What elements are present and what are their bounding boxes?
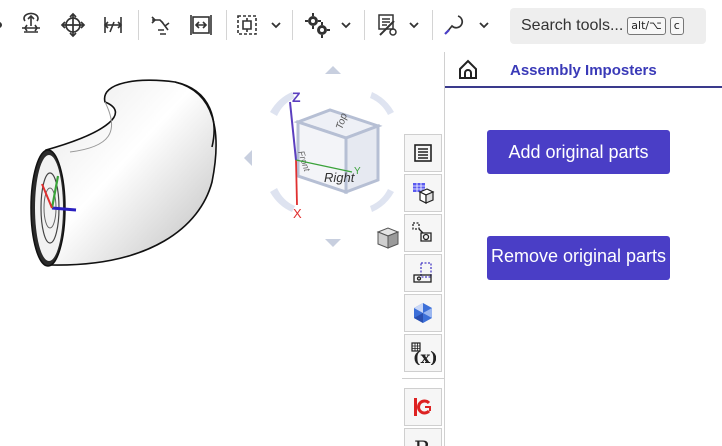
axis-x-label: X (293, 206, 302, 221)
top-toolbar: Search tools... alt/⌥ c (0, 0, 722, 52)
graphics-viewport[interactable]: Top Front Right Z X Y (0, 52, 444, 446)
svg-text:(x): (x) (413, 348, 436, 365)
axis-z-label: Z (292, 89, 301, 105)
bold-feature-icon[interactable]: B (404, 428, 442, 446)
transform-icon[interactable] (58, 9, 88, 41)
view-cube-up-arrow[interactable] (325, 66, 341, 74)
feature-list-icon[interactable] (404, 134, 442, 172)
remove-original-parts-button[interactable]: Remove original parts (487, 236, 670, 280)
elbow-pipe-part[interactable] (30, 79, 217, 267)
search-tools-label: Search tools... (521, 17, 624, 34)
view-cube-left-arrow[interactable] (244, 150, 252, 166)
gear-relation-icon[interactable] (302, 9, 332, 41)
shortcut-key-c: c (669, 17, 684, 35)
chevron-down-icon[interactable] (268, 9, 284, 41)
toolbar-separator (292, 10, 293, 40)
view-cube-down-arrow[interactable] (325, 239, 341, 247)
toolbar-separator (432, 10, 433, 40)
chevron-down-icon[interactable] (406, 9, 422, 41)
appearance-icon[interactable] (404, 294, 442, 332)
mate-features-icon[interactable] (404, 214, 442, 252)
display-states-icon[interactable] (372, 9, 402, 41)
view-cube[interactable]: Top Front Right Z X Y (244, 66, 422, 247)
sketch-dot-icon[interactable] (0, 9, 8, 41)
toolbar-separator (138, 10, 139, 40)
home-icon[interactable] (457, 58, 479, 85)
variables-icon[interactable]: (x) (404, 334, 442, 372)
parts-list-icon[interactable] (404, 174, 442, 212)
panel-header: Assembly Imposters (445, 52, 722, 88)
home-view-cube-icon[interactable] (376, 227, 400, 249)
assembly-imposters-panel: Assembly Imposters Add original parts Re… (444, 52, 722, 446)
app-window: Search tools... alt/⌥ c Top Front Right … (0, 0, 722, 446)
mate-connector-icon[interactable] (98, 9, 128, 41)
right-tool-strip: (x) B (402, 134, 444, 446)
shortcut-key-alt: alt/⌥ (627, 17, 666, 35)
custom-feature-icon[interactable] (404, 388, 442, 426)
measure-icon[interactable] (440, 9, 470, 41)
add-original-parts-button[interactable]: Add original parts (487, 130, 670, 174)
chevron-down-icon[interactable] (338, 9, 354, 41)
group-select-icon[interactable] (232, 9, 262, 41)
viewport-canvas: Top Front Right Z X Y (30, 66, 422, 267)
bounding-box-icon[interactable] (404, 254, 442, 292)
slider-mate-icon[interactable] (186, 9, 216, 41)
toolbar-separator (226, 10, 227, 40)
panel-title: Assembly Imposters (510, 62, 657, 79)
search-tools-box[interactable]: Search tools... alt/⌥ c (510, 8, 706, 44)
chevron-down-icon[interactable] (476, 9, 492, 41)
toolbar-separator (364, 10, 365, 40)
axis-y-label: Y (354, 166, 361, 177)
assembly-rotate-icon[interactable] (16, 9, 46, 41)
svg-text:B: B (414, 438, 430, 446)
strip-divider (402, 378, 444, 379)
revolute-mate-icon[interactable] (146, 9, 176, 41)
